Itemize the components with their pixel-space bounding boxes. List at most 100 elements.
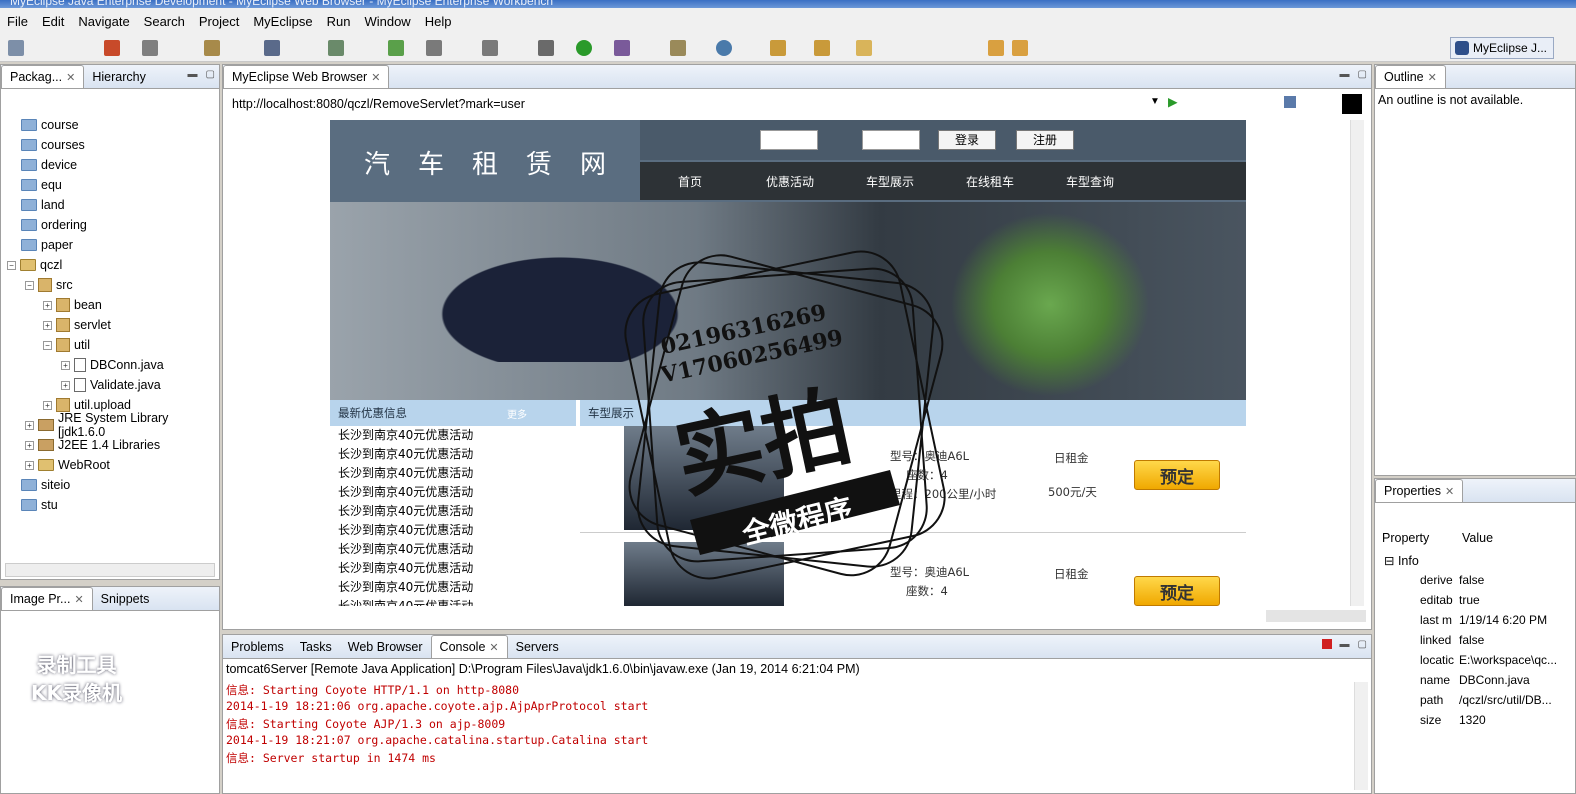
- new-icon[interactable]: [8, 40, 24, 56]
- tab-package-explorer[interactable]: Packag... ✕: [1, 65, 85, 88]
- tree-item-webroot[interactable]: + WebRoot: [25, 455, 110, 475]
- username-input[interactable]: [760, 130, 818, 150]
- close-icon[interactable]: ✕: [1445, 485, 1454, 498]
- expand-icon[interactable]: +: [25, 460, 34, 470]
- tree-item-bean[interactable]: + bean: [43, 295, 102, 315]
- tab-web-browser-view[interactable]: Web Browser: [340, 636, 431, 658]
- tree-item-courses[interactable]: courses: [21, 135, 85, 155]
- tree-item-jre[interactable]: + JRE System Library [jdk1.6.0: [25, 411, 219, 439]
- stop-icon[interactable]: [1284, 96, 1296, 108]
- tree-item-ordering[interactable]: ordering: [21, 215, 87, 235]
- tab-hierarchy[interactable]: Hierarchy: [84, 66, 154, 88]
- window-icon[interactable]: [426, 40, 442, 56]
- tree-item-device[interactable]: device: [21, 155, 77, 175]
- expand-icon[interactable]: +: [43, 400, 52, 410]
- promo-item[interactable]: 长沙到南京40元优惠活动: [338, 483, 473, 500]
- open-folder-icon[interactable]: [770, 40, 786, 56]
- expand-icon[interactable]: +: [25, 420, 34, 430]
- terminate-icon[interactable]: [1321, 639, 1332, 649]
- promo-item[interactable]: 长沙到南京40元优惠活动: [338, 445, 473, 462]
- register-button[interactable]: 注册: [1016, 130, 1074, 150]
- browser-vertical-scrollbar[interactable]: [1350, 120, 1364, 606]
- tab-web-browser[interactable]: MyEclipse Web Browser ✕: [223, 65, 390, 88]
- info-group[interactable]: ⊟ Info: [1384, 553, 1419, 568]
- annotation-icon[interactable]: [856, 40, 872, 56]
- close-icon[interactable]: ✕: [66, 71, 75, 84]
- menu-window[interactable]: Window: [357, 14, 417, 29]
- collapse-icon[interactable]: −: [7, 260, 16, 270]
- book-button[interactable]: 预定: [1134, 576, 1220, 606]
- tab-problems[interactable]: Problems: [223, 636, 292, 658]
- tab-outline[interactable]: Outline ✕: [1375, 65, 1446, 88]
- nav-model-search[interactable]: 车型查询: [1040, 173, 1140, 190]
- tab-properties[interactable]: Properties ✕: [1375, 479, 1464, 502]
- tree-item-course[interactable]: course: [21, 115, 79, 135]
- minimize-icon[interactable]: ▬: [1340, 69, 1350, 80]
- run-icon[interactable]: [576, 40, 592, 56]
- toggle-icon[interactable]: [1342, 94, 1362, 114]
- maximize-icon[interactable]: ▢: [206, 69, 215, 80]
- menu-edit[interactable]: Edit: [35, 14, 71, 29]
- expand-icon[interactable]: +: [61, 380, 70, 390]
- external-tools-icon[interactable]: [614, 40, 630, 56]
- open-resource-icon[interactable]: [814, 40, 830, 56]
- go-icon[interactable]: ▶: [1168, 94, 1178, 109]
- promo-item[interactable]: 长沙到南京40元优惠活动: [338, 502, 473, 519]
- tree-item-servlet[interactable]: + servlet: [43, 315, 111, 335]
- promo-item[interactable]: 长沙到南京40元优惠活动: [338, 578, 473, 595]
- expand-icon[interactable]: +: [25, 440, 34, 450]
- tree-item-j2ee[interactable]: + J2EE 1.4 Libraries: [25, 435, 160, 455]
- globe-icon[interactable]: [328, 40, 344, 56]
- promo-item[interactable]: 长沙到南京40元优惠活动: [338, 521, 473, 538]
- menu-myeclipse[interactable]: MyEclipse: [246, 14, 319, 29]
- minimize-icon[interactable]: ▬: [1340, 639, 1350, 650]
- car-thumbnail[interactable]: [624, 542, 784, 606]
- car-thumbnail[interactable]: [624, 426, 784, 530]
- forward-icon[interactable]: [1012, 40, 1028, 56]
- dropdown-icon[interactable]: ▼: [1150, 96, 1160, 107]
- promo-item[interactable]: 长沙到南京40元优惠活动: [338, 597, 473, 606]
- menu-help[interactable]: Help: [418, 14, 459, 29]
- gear-icon[interactable]: [142, 40, 158, 56]
- horizontal-scrollbar[interactable]: [5, 563, 215, 577]
- tab-snippets[interactable]: Snippets: [93, 588, 158, 610]
- console-scrollbar[interactable]: [1354, 682, 1368, 790]
- browser-horizontal-scrollbar[interactable]: [1266, 610, 1366, 622]
- tree-item-stu[interactable]: stu: [21, 495, 58, 515]
- close-icon[interactable]: ✕: [74, 593, 83, 606]
- menu-navigate[interactable]: Navigate: [71, 14, 136, 29]
- promo-item[interactable]: 长沙到南京40元优惠活动: [338, 426, 473, 443]
- maximize-icon[interactable]: ▢: [1358, 639, 1367, 650]
- promo-item[interactable]: 长沙到南京40元优惠活动: [338, 559, 473, 576]
- expand-icon[interactable]: +: [43, 320, 52, 330]
- tab-image-preview[interactable]: Image Pr... ✕: [1, 587, 93, 610]
- tree-item-paper[interactable]: paper: [21, 235, 73, 255]
- server-icon[interactable]: [104, 40, 120, 56]
- deploy-icon[interactable]: [264, 40, 280, 56]
- nav-promotions[interactable]: 优惠活动: [740, 173, 840, 190]
- tab-servers[interactable]: Servers: [508, 636, 567, 658]
- menu-search[interactable]: Search: [137, 14, 192, 29]
- menu-project[interactable]: Project: [192, 14, 246, 29]
- collapse-icon[interactable]: ⊟: [1384, 554, 1398, 568]
- tree-item-validate[interactable]: + Validate.java: [61, 375, 161, 395]
- tree-item-util[interactable]: − util: [43, 335, 90, 355]
- tree-item-equ[interactable]: equ: [21, 175, 62, 195]
- menu-file[interactable]: File: [0, 14, 35, 29]
- promo-more-link[interactable]: 更多: [507, 406, 527, 421]
- close-icon[interactable]: ✕: [489, 641, 498, 654]
- minimize-icon[interactable]: ▬: [188, 69, 198, 80]
- collapse-icon[interactable]: −: [25, 280, 34, 290]
- tab-tasks[interactable]: Tasks: [292, 636, 340, 658]
- debug-icon[interactable]: [538, 40, 554, 56]
- build-icon[interactable]: [482, 40, 498, 56]
- tab-console[interactable]: Console ✕: [430, 635, 508, 658]
- tree-item-siteio[interactable]: siteio: [21, 475, 70, 495]
- refresh-icon[interactable]: [388, 40, 404, 56]
- tree-item-land[interactable]: land: [21, 195, 65, 215]
- close-icon[interactable]: ✕: [371, 71, 380, 84]
- menu-run[interactable]: Run: [320, 14, 358, 29]
- perspective-switcher[interactable]: MyEclipse J...: [1450, 37, 1554, 59]
- nav-models[interactable]: 车型展示: [840, 173, 940, 190]
- tree-item-src[interactable]: − src: [25, 275, 73, 295]
